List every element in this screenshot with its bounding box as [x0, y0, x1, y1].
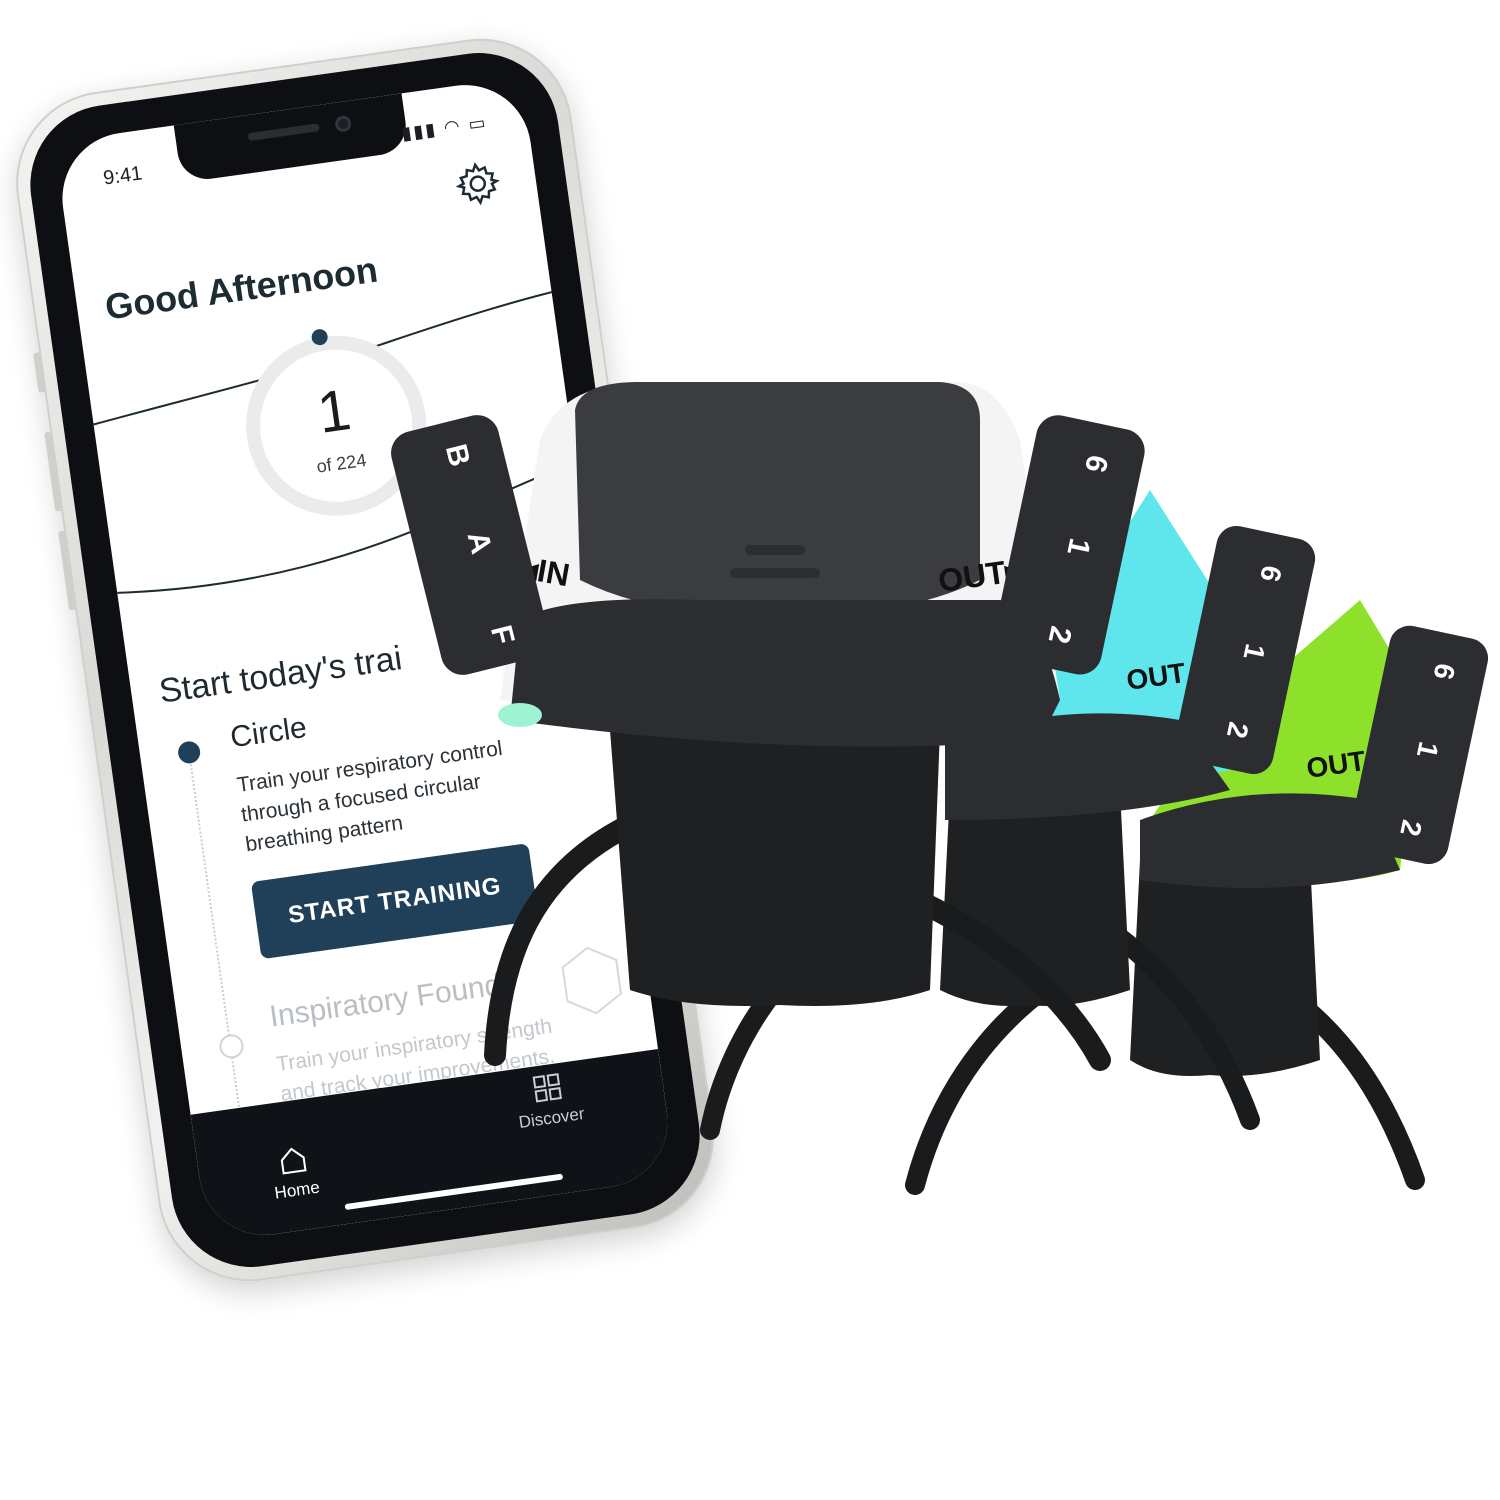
mouthpiece-white [610, 730, 940, 1006]
status-light [498, 703, 542, 727]
product-photo: 9:41 ▮▮▮ ◠ ▭ Good Afternoon 1 of 224 Sta… [0, 0, 1500, 1500]
device-bottom-panel [510, 599, 1060, 747]
device-top-panel [575, 382, 980, 614]
breathing-trainer-devices: OUT 6 1 2 OUT 6 1 2 IN OUT B A F 6 1 2 [391, 382, 1489, 1195]
in-label-text: IN [535, 552, 573, 593]
